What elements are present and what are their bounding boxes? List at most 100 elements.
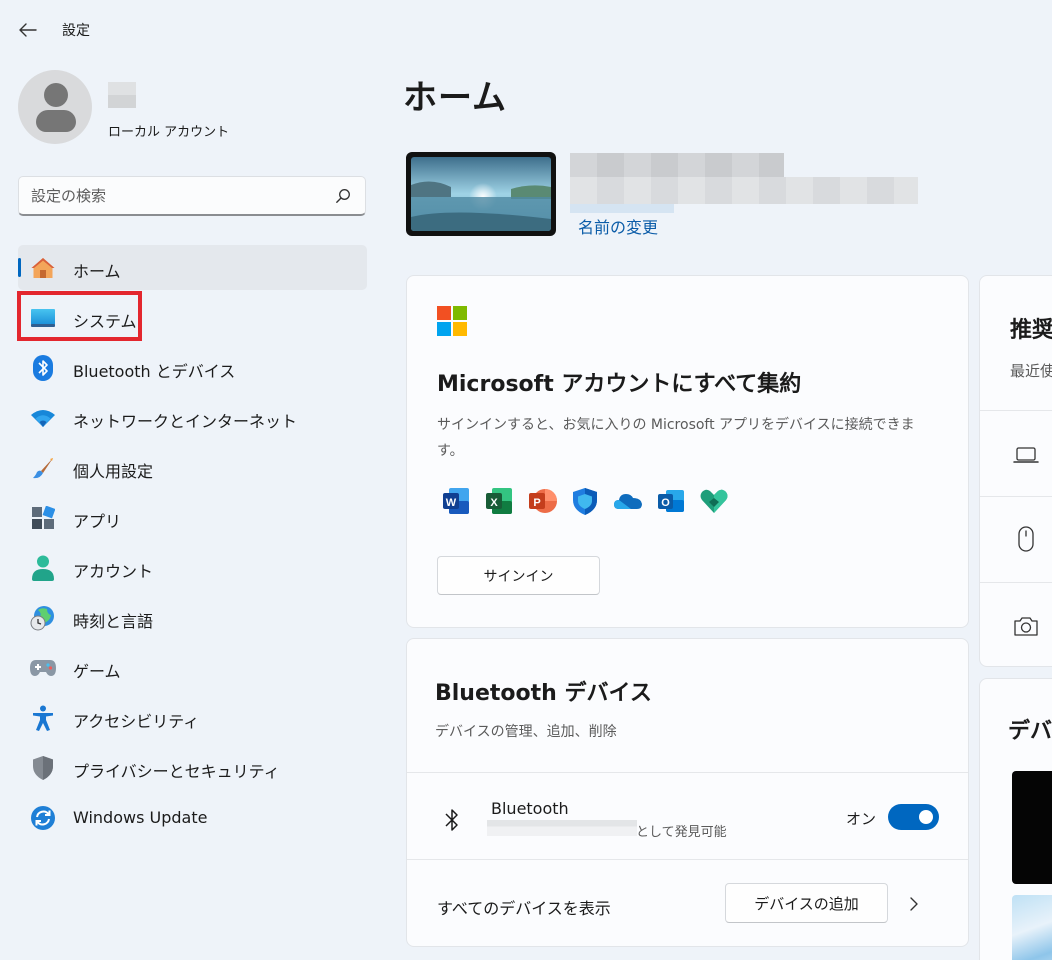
account-type: ローカル アカウント <box>108 125 230 140</box>
divider <box>980 496 1052 497</box>
search-input[interactable] <box>31 177 331 215</box>
powerpoint-icon: P <box>529 489 557 513</box>
device-thumbnail[interactable] <box>1012 895 1052 960</box>
microsoft-logo-icon <box>437 306 467 336</box>
sidebar-item-label: Bluetooth とデバイス <box>73 362 236 381</box>
laptop-icon[interactable] <box>1013 442 1039 468</box>
toggle-knob <box>919 810 933 824</box>
sidebar-item-network[interactable]: ネットワークとインターネット <box>18 395 367 440</box>
bt-discoverable-text: として発見可能 <box>636 825 727 840</box>
sidebar-item-bluetooth[interactable]: Bluetooth とデバイス <box>18 345 367 390</box>
ms-card-title: Microsoft アカウントにすべて集約 <box>437 372 802 397</box>
word-icon: W <box>443 488 469 514</box>
svg-text:P: P <box>533 497 540 509</box>
svg-text:O: O <box>661 497 670 509</box>
page-title: ホーム <box>403 78 507 118</box>
divider <box>980 410 1052 411</box>
sidebar-item-label: ゲーム <box>73 662 121 681</box>
avatar-head <box>44 83 68 107</box>
sidebar-item-windows-update[interactable]: Windows Update <box>18 795 367 840</box>
logo-blue <box>437 322 451 336</box>
title-bar: 設定 <box>0 0 1052 58</box>
avatar-body <box>36 110 76 132</box>
sidebar-item-accounts[interactable]: アカウント <box>18 545 367 590</box>
time-language-icon <box>30 605 56 631</box>
sidebar-item-apps[interactable]: アプリ <box>18 495 367 540</box>
sidebar-item-label: 時刻と言語 <box>73 612 154 631</box>
microsoft-account-card: Microsoft アカウントにすべて集約 サインインすると、お気に入りの Mi… <box>406 275 969 628</box>
redacted-strip <box>570 204 674 213</box>
rec-card-title: 推奨 <box>1010 318 1052 343</box>
sidebar-item-label: 個人用設定 <box>73 462 154 481</box>
bt-card-description: デバイスの管理、追加、削除 <box>435 724 617 740</box>
shield-icon <box>30 755 56 781</box>
pc-model-redacted <box>570 177 918 204</box>
avatar <box>18 70 92 144</box>
add-device-button[interactable]: デバイスの追加 <box>725 883 888 923</box>
divider <box>407 859 968 860</box>
logo-red <box>437 306 451 320</box>
back-button[interactable] <box>14 16 42 44</box>
ms-card-description: サインインすると、お気に入りの Microsoft アプリをデバイスに接続できま… <box>437 417 915 459</box>
highlight-annotation <box>17 291 142 341</box>
sidebar: ローカル アカウント ホーム システム Bluetooth とデバイス <box>0 58 385 960</box>
windows-update-icon <box>30 805 56 831</box>
device-thumbnail[interactable] <box>1012 771 1052 884</box>
recommended-card: 推奨 最近使 <box>979 275 1052 667</box>
bt-device-name: Bluetooth <box>491 799 569 818</box>
show-all-devices-link[interactable]: すべてのデバイスを表示 <box>437 895 611 919</box>
active-indicator <box>18 258 21 277</box>
sidebar-item-accessibility[interactable]: アクセシビリティ <box>18 695 367 740</box>
wallpaper-image <box>411 157 551 231</box>
account-icon <box>30 555 56 581</box>
bt-card-title: Bluetooth デバイス <box>435 681 652 706</box>
apps-icon <box>30 505 56 531</box>
user-name-redacted <box>108 82 136 108</box>
sidebar-item-time-language[interactable]: 時刻と言語 <box>18 595 367 640</box>
sidebar-item-label: アクセシビリティ <box>73 712 200 731</box>
sidebar-item-gaming[interactable]: ゲーム <box>18 645 367 690</box>
sidebar-item-label: Windows Update <box>73 808 208 827</box>
bluetooth-icon <box>30 355 56 381</box>
family-icon <box>700 489 728 513</box>
back-arrow-icon <box>19 23 37 37</box>
brush-icon <box>30 455 56 481</box>
sidebar-item-home[interactable]: ホーム <box>18 245 367 290</box>
camera-icon[interactable] <box>1013 613 1039 639</box>
rec-card-subtitle: 最近使 <box>1010 362 1052 380</box>
sidebar-item-privacy[interactable]: プライバシーとセキュリティ <box>18 745 367 790</box>
defender-icon <box>573 488 597 515</box>
home-icon <box>30 255 56 281</box>
search-box[interactable] <box>18 176 366 216</box>
bt-toggle-label: オン <box>846 810 877 828</box>
sidebar-item-label: ネットワークとインターネット <box>73 412 298 431</box>
sidebar-item-label: ホーム <box>73 262 121 281</box>
excel-icon: X <box>486 488 512 514</box>
user-profile[interactable]: ローカル アカウント <box>18 70 368 144</box>
sidebar-item-personalization[interactable]: 個人用設定 <box>18 445 367 490</box>
logo-green <box>453 306 467 320</box>
dev-card-title: デバ <box>1008 719 1052 744</box>
sidebar-item-label: プライバシーとセキュリティ <box>73 762 280 781</box>
chevron-right-icon[interactable] <box>907 896 921 912</box>
signin-button[interactable]: サインイン <box>437 556 600 595</box>
sidebar-item-label: アカウント <box>73 562 154 581</box>
rename-link[interactable]: 名前の変更 <box>578 214 658 238</box>
divider <box>980 582 1052 583</box>
pc-name-redacted <box>570 153 784 177</box>
bluetooth-toggle[interactable] <box>888 804 939 830</box>
onedrive-icon <box>614 494 642 509</box>
bt-address-redacted <box>487 820 637 836</box>
mouse-icon[interactable] <box>1013 526 1039 552</box>
svg-text:X: X <box>490 497 498 509</box>
devices-card: デバ <box>979 678 1052 960</box>
wallpaper-thumbnail[interactable] <box>406 152 556 236</box>
svg-text:W: W <box>446 497 457 509</box>
sidebar-item-label: アプリ <box>73 512 122 531</box>
bluetooth-devices-card: Bluetooth デバイス デバイスの管理、追加、削除 Bluetooth と… <box>406 638 969 947</box>
wifi-icon <box>30 405 56 431</box>
search-icon[interactable] <box>335 188 351 204</box>
accessibility-icon <box>30 705 56 731</box>
app-icon-row: W X P O <box>441 486 729 516</box>
gamepad-icon <box>30 655 56 681</box>
